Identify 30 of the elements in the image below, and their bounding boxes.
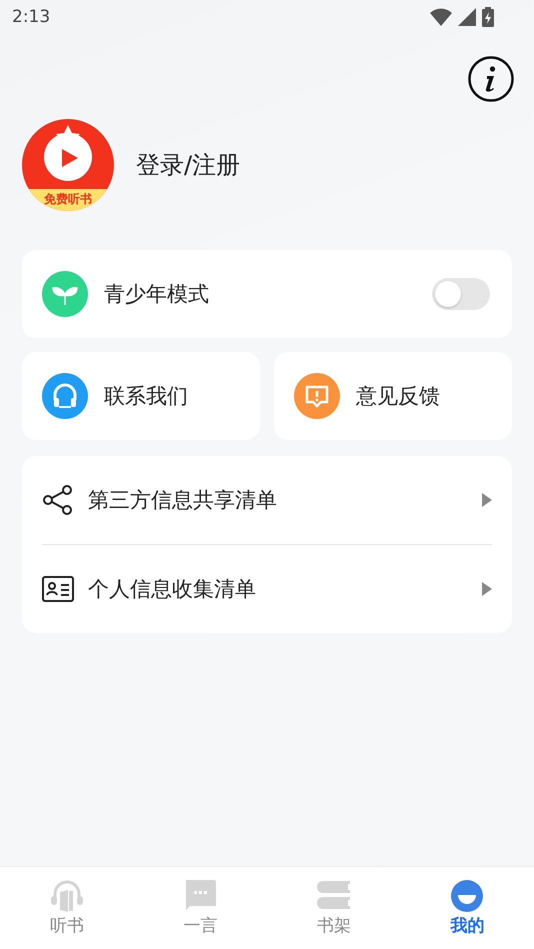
headphones-icon (50, 880, 84, 912)
id-card-icon (42, 576, 74, 602)
wifi-icon (430, 8, 452, 26)
login-link[interactable]: 登录/注册 (136, 149, 240, 181)
status-time: 2:13 (12, 7, 50, 27)
shortcut-label: 联系我们 (104, 383, 189, 410)
signal-icon (458, 8, 476, 26)
nav-tab[interactable]: 我的 (400, 867, 534, 949)
list-item[interactable]: 个人信息收集清单 (88, 575, 468, 603)
shortcut-label: 意见反馈 (356, 383, 441, 410)
nav-tab[interactable]: 听书 (0, 867, 134, 949)
battery-icon (482, 7, 494, 27)
caret-icon (482, 582, 492, 596)
teen-mode-toggle[interactable] (432, 278, 490, 310)
caret-icon (482, 493, 492, 507)
teen-mode-label: 青少年模式 (104, 281, 210, 308)
chat-icon (183, 880, 218, 912)
shortcut-card[interactable]: 意见反馈 (274, 352, 512, 440)
list-item[interactable]: 第三方信息共享清单 (88, 486, 468, 514)
app-logo-avatar: 免费听书 (22, 119, 114, 211)
nav-tab[interactable]: 书架 (267, 867, 400, 949)
feedback-icon (294, 373, 340, 419)
shortcut-card[interactable]: 联系我们 (22, 352, 260, 440)
books-icon (316, 880, 351, 912)
info-icon[interactable] (468, 56, 514, 102)
face-icon (451, 880, 484, 912)
sprout-icon (42, 271, 88, 317)
headset-icon (42, 373, 88, 419)
share-icon (42, 484, 74, 516)
nav-tab[interactable]: 一言 (134, 867, 267, 949)
